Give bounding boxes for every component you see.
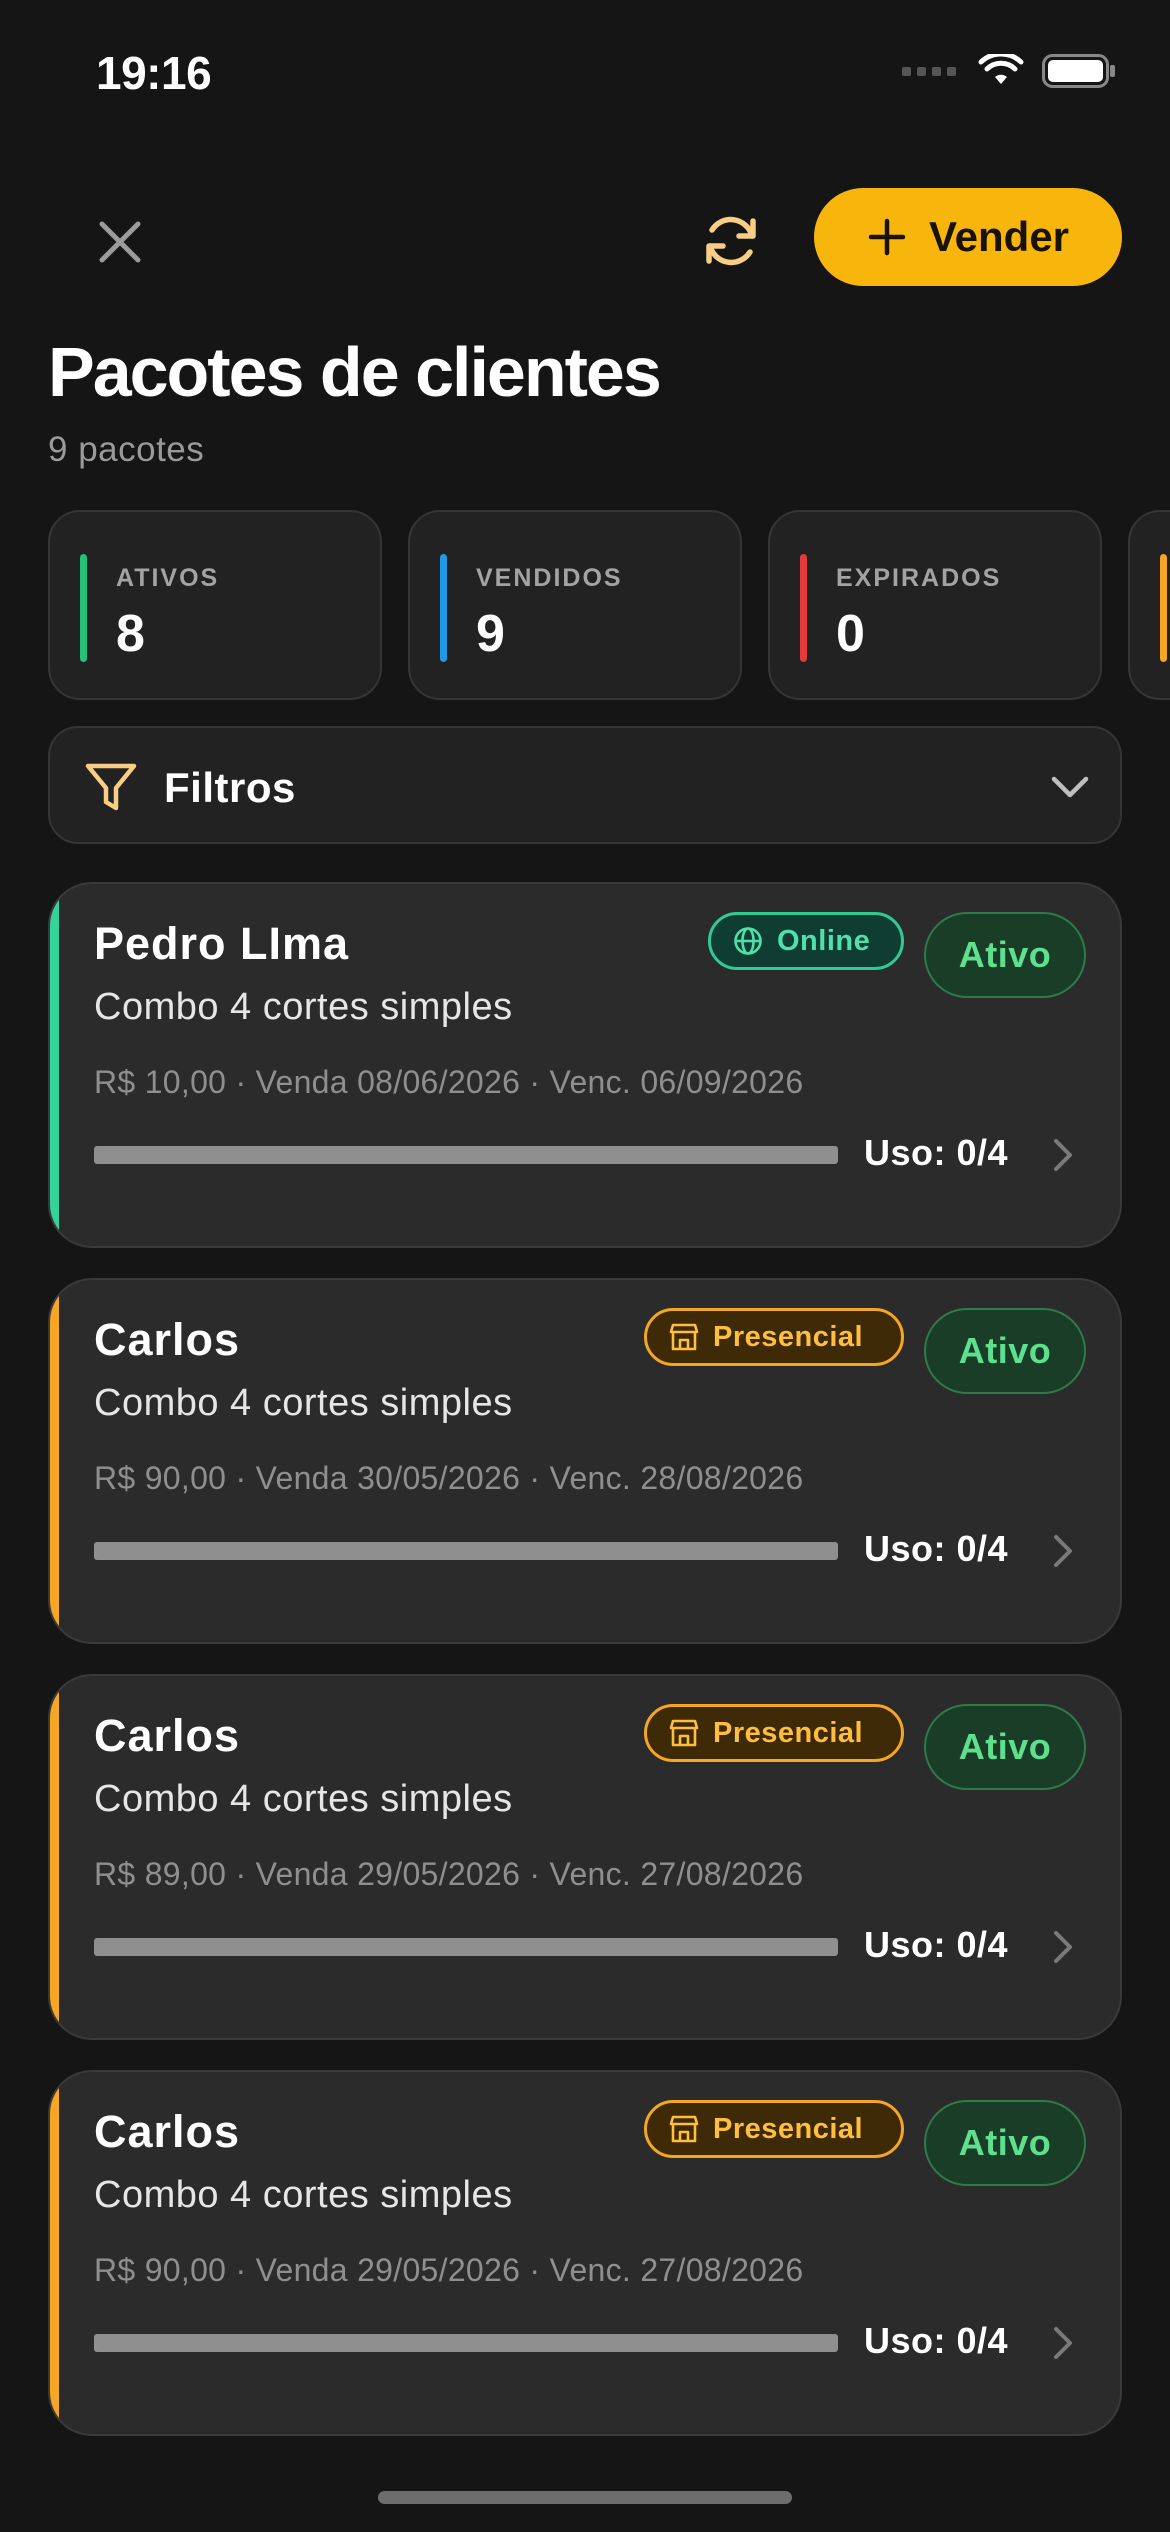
chevron-down-icon (1051, 776, 1089, 798)
stat-label: EXPIRADOS (836, 564, 1002, 592)
usage-progress-bar (94, 1146, 838, 1164)
home-indicator (378, 2491, 792, 2504)
filters-label: Filtros (164, 764, 296, 811)
refresh-button[interactable] (690, 200, 772, 282)
stat-value: 0 (836, 605, 865, 663)
filters-toggle[interactable]: Filtros (48, 726, 1122, 844)
channel-label: Presencial (713, 2112, 864, 2145)
chevron-right-icon (1054, 1931, 1072, 1963)
client-name: Carlos (94, 2106, 241, 2157)
chevron-right-icon (1054, 2327, 1072, 2359)
product-name: Combo 4 cortes simples (94, 2174, 513, 2216)
sell-button[interactable]: Vender (814, 188, 1122, 286)
stat-card-active: ATIVOS 8 (48, 510, 382, 700)
status-badge: Ativo (924, 1704, 1086, 1790)
product-name: Combo 4 cortes simples (94, 1778, 513, 1820)
top-bar: Vender (0, 180, 1170, 290)
usage-progress-bar (94, 2334, 838, 2352)
status-icons (902, 54, 1116, 88)
channel-badge: Presencial (644, 1308, 904, 1366)
card-accent (50, 2072, 59, 2434)
close-icon (99, 221, 141, 263)
stat-card-expired: EXPIRADOS 0 (768, 510, 1102, 700)
store-icon (669, 1719, 699, 1747)
card-accent (50, 1280, 59, 1642)
package-meta: R$ 10,00 · Venda 08/06/2026 · Venc. 06/0… (94, 1064, 804, 1100)
card-accent (50, 884, 59, 1246)
status-bar: 19:16 (0, 0, 1170, 150)
battery-icon (1042, 54, 1115, 88)
package-count: 9 pacotes (48, 430, 205, 469)
card-accent (50, 1676, 59, 2038)
usage-progress-bar (94, 1938, 838, 1956)
channel-badge: Online (708, 912, 904, 970)
sell-button-label: Vender (928, 213, 1070, 260)
cellular-signal-icon (902, 66, 956, 76)
page-title: Pacotes de clientes (48, 333, 662, 411)
stat-label: ATIVOS (116, 564, 220, 592)
client-name: Carlos (94, 1314, 241, 1365)
usage-text: Uso: 0/4 (864, 2320, 1009, 2361)
channel-badge: Presencial (644, 1704, 904, 1762)
package-card[interactable]: Pedro LIma Online Ativo Combo 4 cortes s… (48, 882, 1122, 1248)
refresh-icon (706, 216, 756, 266)
status-badge: Ativo (924, 2100, 1086, 2186)
package-meta: R$ 90,00 · Venda 29/05/2026 · Venc. 27/0… (94, 2252, 804, 2288)
plus-icon (868, 218, 906, 256)
usage-text: Uso: 0/4 (864, 1132, 1009, 1173)
channel-label: Presencial (713, 1320, 864, 1353)
package-card[interactable]: Carlos Presencial Ativo Combo 4 cortes s… (48, 1278, 1122, 1644)
stat-bar (80, 554, 87, 662)
channel-label: Online (777, 924, 871, 957)
status-badge: Ativo (924, 1308, 1086, 1394)
stat-bar (1160, 554, 1167, 662)
stat-bar (800, 554, 807, 662)
store-icon (669, 1323, 699, 1351)
channel-badge: Presencial (644, 2100, 904, 2158)
filter-icon (85, 763, 137, 811)
product-name: Combo 4 cortes simples (94, 1382, 513, 1424)
client-name: Carlos (94, 1710, 241, 1761)
globe-icon (734, 927, 762, 955)
stat-value: 8 (116, 605, 145, 663)
stats-row[interactable]: ATIVOS 8 VENDIDOS 9 EXPIRADOS 0 (48, 510, 1170, 702)
chevron-right-icon (1054, 1139, 1072, 1171)
stat-label: VENDIDOS (476, 564, 623, 592)
product-name: Combo 4 cortes simples (94, 986, 513, 1028)
usage-text: Uso: 0/4 (864, 1924, 1009, 1965)
status-badge: Ativo (924, 912, 1086, 998)
stat-card-sold: VENDIDOS 9 (408, 510, 742, 700)
wifi-icon (978, 54, 1024, 84)
stat-value: 9 (476, 605, 505, 663)
stat-bar (440, 554, 447, 662)
store-icon (669, 2115, 699, 2143)
client-name: Pedro LIma (94, 918, 350, 969)
package-card[interactable]: Carlos Presencial Ativo Combo 4 cortes s… (48, 2070, 1122, 2436)
channel-label: Presencial (713, 1716, 864, 1749)
usage-text: Uso: 0/4 (864, 1528, 1009, 1569)
chevron-right-icon (1054, 1535, 1072, 1567)
usage-progress-bar (94, 1542, 838, 1560)
stat-card-partial (1128, 510, 1170, 700)
close-button[interactable] (88, 210, 152, 274)
package-meta: R$ 89,00 · Venda 29/05/2026 · Venc. 27/0… (94, 1856, 804, 1892)
package-card[interactable]: Carlos Presencial Ativo Combo 4 cortes s… (48, 1674, 1122, 2040)
package-meta: R$ 90,00 · Venda 30/05/2026 · Venc. 28/0… (94, 1460, 804, 1496)
status-time: 19:16 (96, 47, 212, 99)
